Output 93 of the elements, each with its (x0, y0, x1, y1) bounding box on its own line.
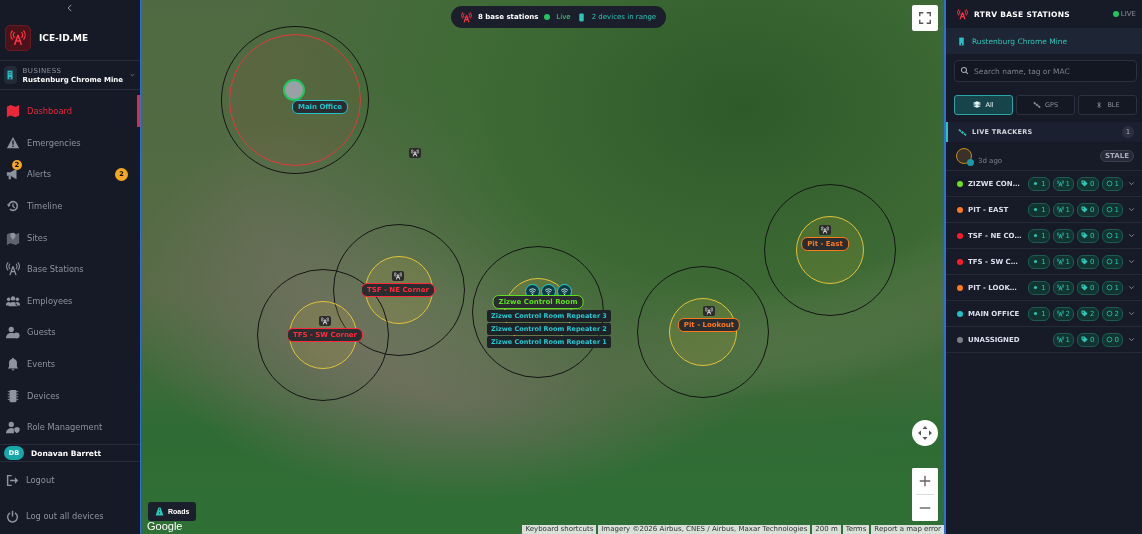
antenna-icon (321, 317, 329, 325)
chip-icon (6, 388, 20, 403)
chevron-down-icon (1127, 335, 1136, 344)
ring-icon (1105, 206, 1113, 213)
ring-icon (1105, 180, 1113, 187)
ring-icon (1105, 232, 1113, 239)
ring-icon (1105, 258, 1113, 265)
antenna-icon (957, 8, 968, 20)
antenna-icon (1056, 232, 1064, 239)
chevron-left-icon (65, 3, 75, 14)
dot-icon (1032, 284, 1040, 291)
dot-icon (1032, 310, 1040, 317)
tag-icon (1081, 180, 1089, 187)
ring-icon (1105, 336, 1113, 343)
antenna-icon (1056, 206, 1064, 213)
base-station-marker[interactable] (392, 271, 404, 281)
map-logo: Google (147, 520, 183, 532)
dot-icon (1032, 206, 1040, 213)
tag-icon (1081, 206, 1089, 213)
logout-icon (6, 473, 19, 487)
nav-item[interactable]: Guests (0, 316, 140, 349)
nav-item[interactable]: Role Management (0, 411, 140, 443)
tag-icon (1081, 310, 1089, 317)
chevron-down-icon (1127, 283, 1136, 292)
chevron-down-icon (1127, 257, 1136, 266)
antenna-icon (411, 149, 419, 157)
nav-item[interactable]: Emergencies (0, 127, 140, 159)
chevron-down-icon (1127, 231, 1136, 240)
nav-item[interactable]: Events (0, 348, 140, 380)
base-station-marker[interactable] (409, 148, 421, 158)
antenna-icon (821, 226, 829, 234)
device-icon (576, 12, 586, 22)
antenna-icon (705, 307, 713, 315)
logout-link[interactable]: Logout (0, 462, 140, 498)
antenna-icon (1056, 336, 1064, 343)
base-station-marker[interactable] (819, 225, 831, 235)
person-clock-icon (6, 325, 20, 340)
brand-name: ICE-ID.ME (39, 33, 89, 44)
person-shield-icon (6, 420, 20, 435)
power-icon (6, 509, 19, 523)
tag-icon (1081, 284, 1089, 291)
fullscreen-button[interactable] (912, 5, 938, 31)
logout-link[interactable]: Log out all devices (0, 498, 140, 534)
ring-icon (1105, 310, 1113, 317)
map-pin-icon (6, 230, 20, 245)
building-icon (957, 36, 966, 46)
ring-icon (1105, 284, 1113, 291)
building-icon (5, 70, 16, 81)
antenna-icon (1056, 284, 1064, 291)
antenna-icon (394, 272, 402, 280)
base-station-marker[interactable] (319, 316, 331, 326)
dot-icon (1032, 232, 1040, 239)
dot-icon (1032, 180, 1040, 187)
bell-icon (6, 357, 20, 371)
fullscreen-icon (918, 11, 932, 25)
live-dot (544, 14, 551, 20)
antenna-icon (10, 30, 26, 47)
wifi-icon (560, 287, 569, 296)
nav-item[interactable]: Employees (0, 285, 140, 317)
nav-item[interactable]: Timeline (0, 190, 140, 222)
antenna-icon (1056, 180, 1064, 187)
dot-icon (1032, 258, 1040, 265)
history-icon (6, 199, 20, 214)
people-icon (6, 293, 20, 308)
megaphone-icon (6, 167, 20, 182)
pan-button[interactable] (912, 420, 938, 446)
antenna-icon (1056, 310, 1064, 317)
chevron-down-icon (1127, 309, 1136, 318)
chevron-down-icon (1127, 205, 1136, 214)
nav-item[interactable]: Devices (0, 379, 140, 412)
satellite-map-placeholder[interactable] (141, 0, 946, 534)
warning-icon (6, 135, 20, 150)
bluetooth-icon (1095, 101, 1104, 109)
wifi-icon (544, 287, 553, 296)
antenna-icon (6, 262, 20, 277)
nav-item[interactable]: Sites (0, 221, 140, 254)
plus-icon (918, 474, 932, 488)
map-icon (6, 104, 20, 119)
tag-icon (1081, 258, 1089, 265)
four-arrows-icon (917, 425, 933, 441)
base-station-marker[interactable] (703, 306, 715, 316)
tracker-avatar (956, 148, 972, 164)
live-dot (1112, 11, 1119, 17)
road-icon (155, 507, 164, 516)
antenna-icon (461, 11, 472, 23)
tag-icon (1081, 232, 1089, 239)
wifi-icon (528, 287, 537, 296)
antenna-icon (1056, 258, 1064, 265)
tag-icon (1081, 336, 1089, 343)
chevron-down-icon (1127, 179, 1136, 188)
layers-icon (973, 101, 982, 109)
nav-item[interactable]: Base Stations (0, 253, 140, 286)
avatar-circle[interactable] (283, 79, 305, 101)
